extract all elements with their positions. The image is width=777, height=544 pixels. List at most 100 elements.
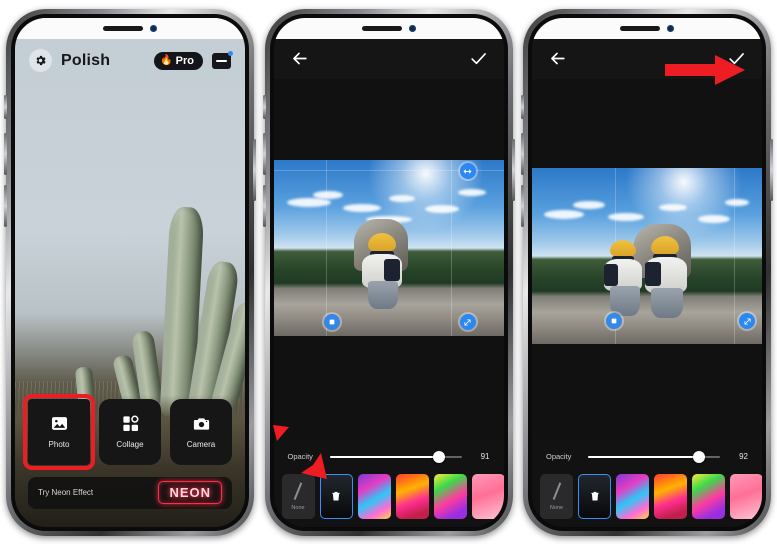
filter-item-4[interactable] bbox=[730, 473, 762, 519]
camera-button-label: Camera bbox=[186, 440, 216, 449]
filter-item-1[interactable] bbox=[616, 473, 649, 519]
slider-fill bbox=[588, 455, 699, 458]
phone-mute-switch[interactable] bbox=[4, 94, 7, 119]
editor-canvas[interactable] bbox=[532, 167, 762, 344]
front-camera-icon bbox=[667, 24, 674, 32]
cloud-shape bbox=[697, 215, 730, 224]
filter-item-eraser[interactable] bbox=[578, 473, 611, 519]
square-icon bbox=[611, 319, 616, 324]
screen-home: Polish 🔥 Pro Photo Collage Camera Try Ne… bbox=[15, 17, 245, 527]
photo-subject-original bbox=[596, 234, 654, 326]
phone-volume-up-button[interactable] bbox=[521, 132, 524, 175]
store-icon[interactable] bbox=[212, 50, 233, 69]
annotation-arrow-to-check bbox=[665, 54, 745, 85]
phone-3-editor-step-2: Opacity 92 None bbox=[521, 8, 773, 536]
phone-1-home: Polish 🔥 Pro Photo Collage Camera Try Ne… bbox=[4, 8, 256, 536]
cloud-shape bbox=[607, 213, 644, 222]
square-icon bbox=[329, 319, 335, 325]
cloud-shape bbox=[725, 199, 750, 207]
gear-icon[interactable] bbox=[29, 49, 52, 72]
flame-icon: 🔥 bbox=[160, 54, 173, 66]
screenshot-stage: Polish 🔥 Pro Photo Collage Camera Try Ne… bbox=[0, 0, 777, 544]
filter-strip[interactable]: None bbox=[532, 472, 762, 527]
resize-diagonal-icon bbox=[464, 319, 471, 326]
home-action-row: Photo Collage Camera bbox=[23, 393, 232, 470]
photo-button[interactable]: Photo bbox=[23, 393, 95, 470]
opacity-label: Opacity bbox=[546, 452, 572, 461]
front-camera-icon bbox=[408, 24, 416, 32]
hat-shape bbox=[650, 235, 679, 256]
backpack-shape bbox=[604, 264, 619, 287]
check-icon[interactable] bbox=[469, 49, 488, 68]
filter-item-none[interactable]: None bbox=[540, 473, 573, 519]
phone-mute-switch[interactable] bbox=[521, 94, 524, 119]
flip-icon bbox=[463, 169, 472, 173]
neon-promo-label: Try Neon Effect bbox=[38, 488, 94, 497]
filter-item-4[interactable] bbox=[471, 473, 504, 519]
photo-button-label: Photo bbox=[48, 440, 70, 449]
neon-chip[interactable]: NEON bbox=[158, 481, 222, 504]
phone-volume-up-button[interactable] bbox=[4, 132, 7, 175]
crop-guide-line bbox=[450, 159, 452, 336]
move-handle-bottom-left[interactable] bbox=[324, 314, 341, 331]
collage-button-label: Collage bbox=[116, 440, 144, 449]
pro-badge-label: Pro bbox=[175, 54, 194, 67]
crop-guide-line bbox=[326, 159, 328, 336]
photo-icon bbox=[51, 417, 67, 430]
cloud-shape bbox=[543, 209, 584, 219]
header-actions: 🔥 Pro bbox=[154, 50, 233, 70]
move-handle-bottom-left[interactable] bbox=[605, 313, 622, 330]
phone-notch bbox=[591, 17, 703, 39]
phone-power-button[interactable] bbox=[511, 138, 515, 201]
neon-promo-bar[interactable]: Try Neon Effect NEON bbox=[28, 476, 232, 509]
earpiece-speaker bbox=[103, 25, 143, 31]
opacity-value: 92 bbox=[739, 452, 748, 461]
store-icon-stripe bbox=[216, 59, 227, 62]
cloud-shape bbox=[388, 194, 415, 202]
resize-diagonal-icon bbox=[744, 318, 751, 325]
phone-bezel: Polish 🔥 Pro Photo Collage Camera Try Ne… bbox=[11, 13, 249, 531]
filter-item-2[interactable] bbox=[654, 473, 687, 519]
filter-item-3[interactable] bbox=[692, 473, 725, 519]
phone-volume-down-button[interactable] bbox=[262, 184, 266, 227]
back-arrow-icon[interactable] bbox=[548, 49, 567, 68]
editor-canvas[interactable] bbox=[273, 159, 504, 336]
slider-knob[interactable] bbox=[433, 450, 446, 463]
scale-handle-bottom-right[interactable] bbox=[739, 313, 756, 330]
editor-topbar bbox=[273, 38, 504, 79]
cloud-shape bbox=[457, 189, 486, 197]
back-arrow-icon[interactable] bbox=[290, 49, 309, 68]
phone-bezel: Opacity 92 None bbox=[528, 13, 766, 531]
phone-volume-down-button[interactable] bbox=[521, 184, 524, 227]
phone-mute-switch[interactable] bbox=[262, 94, 266, 119]
filter-item-2[interactable] bbox=[395, 473, 429, 519]
earpiece-speaker bbox=[620, 25, 660, 31]
filter-item-3[interactable] bbox=[433, 473, 467, 519]
resize-handle-top-right[interactable] bbox=[459, 163, 476, 180]
filter-item-1[interactable] bbox=[357, 473, 391, 519]
cloud-shape bbox=[312, 191, 343, 200]
slider-knob[interactable] bbox=[692, 450, 705, 463]
edited-photo bbox=[273, 159, 504, 336]
phone-power-button[interactable] bbox=[770, 138, 773, 201]
pants-shape bbox=[610, 286, 641, 317]
editor-root: Opacity 92 None bbox=[532, 17, 762, 527]
opacity-value: 91 bbox=[480, 452, 490, 461]
edited-photo bbox=[532, 167, 762, 344]
collage-icon bbox=[122, 415, 138, 432]
camera-button[interactable]: Camera bbox=[170, 398, 232, 465]
phone-volume-up-button[interactable] bbox=[262, 132, 266, 175]
pro-badge[interactable]: 🔥 Pro bbox=[154, 51, 203, 70]
editor-bottom-panel: Opacity 92 None bbox=[532, 437, 762, 527]
phone-volume-down-button[interactable] bbox=[4, 184, 7, 227]
scale-handle-bottom-right[interactable] bbox=[459, 314, 476, 331]
hat-shape bbox=[367, 233, 396, 254]
cloud-shape bbox=[573, 200, 606, 209]
camera-icon bbox=[193, 418, 209, 430]
collage-button[interactable]: Collage bbox=[99, 398, 161, 465]
phone-notch bbox=[74, 17, 186, 39]
phone-power-button[interactable] bbox=[253, 138, 256, 201]
phone-2-editor-step-1: Opacity 91 None bbox=[262, 8, 515, 536]
crop-guide-line bbox=[734, 167, 736, 344]
opacity-slider[interactable] bbox=[588, 450, 720, 464]
